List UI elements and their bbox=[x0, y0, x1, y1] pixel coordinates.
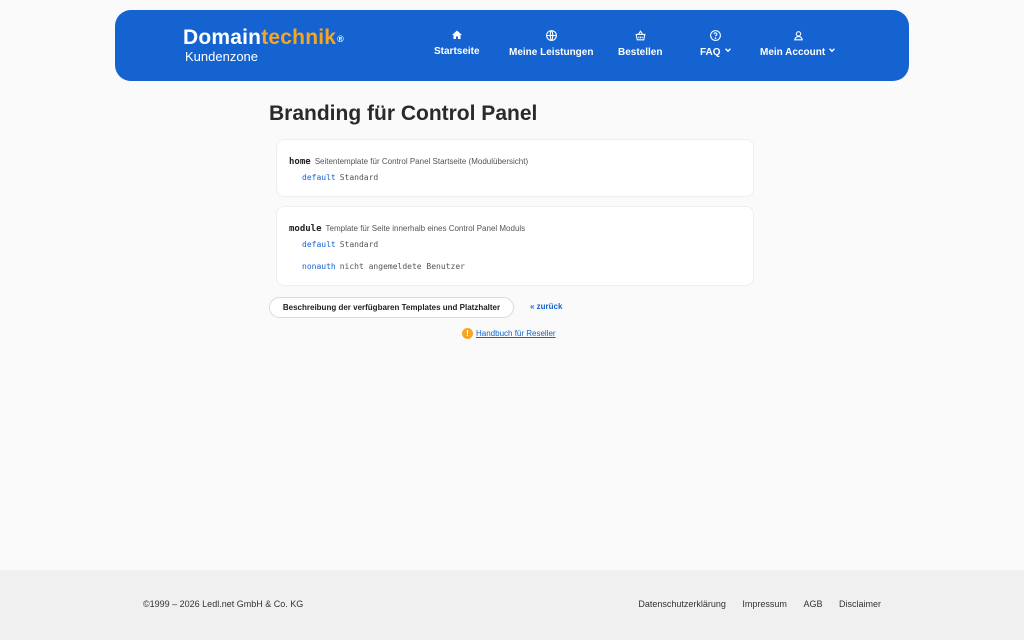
option-value: Standard bbox=[339, 240, 379, 249]
template-option: default Standard bbox=[302, 240, 378, 249]
option-key: default bbox=[302, 173, 336, 182]
footer: ©1999 – 2026 Ledl.net GmbH & Co. KG Date… bbox=[0, 570, 1024, 640]
nav-meine-leistungen[interactable]: Meine Leistungen bbox=[509, 29, 593, 58]
option-value: Standard bbox=[339, 173, 379, 182]
template-option: default Standard bbox=[302, 173, 378, 182]
template-option: nonauth nicht angemeldete Benutzer bbox=[302, 262, 465, 271]
chevron-down-icon bbox=[724, 46, 732, 57]
nav-label: Bestellen bbox=[618, 47, 663, 58]
nav-label: Mein Account bbox=[760, 47, 826, 58]
footer-link-agb[interactable]: AGB bbox=[803, 599, 822, 609]
basket-icon bbox=[635, 30, 646, 41]
nav-bestellen[interactable]: Bestellen bbox=[618, 29, 662, 58]
nav-label: Meine Leistungen bbox=[509, 47, 594, 58]
home-icon bbox=[451, 30, 462, 39]
logo-wordmark: Domaintechnik® bbox=[183, 27, 344, 49]
nav-label: FAQ bbox=[700, 47, 721, 58]
footer-link-datenschutz[interactable]: Datenschutzerklärung bbox=[638, 599, 726, 609]
logo[interactable]: Domaintechnik® Kundenzone bbox=[183, 27, 344, 64]
logo-subtitle: Kundenzone bbox=[185, 49, 259, 64]
template-key: home bbox=[289, 157, 311, 167]
logo-registered-mark: ® bbox=[337, 34, 344, 44]
option-key: nonauth bbox=[302, 262, 336, 271]
chevron-down-icon bbox=[828, 46, 836, 57]
logo-part-technik: technik bbox=[261, 26, 337, 49]
template-description-button[interactable]: Beschreibung der verfügbaren Templates u… bbox=[269, 297, 514, 318]
question-circle-icon bbox=[710, 30, 722, 41]
nav-mein-account[interactable]: Mein Account bbox=[760, 29, 836, 58]
logo-part-domain: Domain bbox=[183, 26, 262, 49]
card-header: module Template für Seite innerhalb eines… bbox=[289, 218, 525, 236]
globe-icon bbox=[545, 30, 557, 41]
back-link[interactable]: « zurück bbox=[530, 302, 562, 311]
template-description: Seitentemplate für Control Panel Startse… bbox=[314, 157, 529, 166]
nav-faq[interactable]: FAQ bbox=[700, 29, 732, 58]
nav-label: Startseite bbox=[434, 46, 480, 57]
user-icon bbox=[793, 31, 803, 41]
info-icon: ! bbox=[462, 328, 473, 339]
template-description: Template für Seite innerhalb eines Contr… bbox=[325, 224, 526, 233]
option-key: default bbox=[302, 240, 336, 249]
card-header: home Seitentemplate für Control Panel Sta… bbox=[289, 151, 528, 169]
template-key: module bbox=[289, 224, 322, 234]
footer-links: Datenschutzerklärung Impressum AGB Discl… bbox=[624, 599, 881, 609]
footer-link-impressum[interactable]: Impressum bbox=[742, 599, 787, 609]
template-card-home: home Seitentemplate für Control Panel Sta… bbox=[276, 139, 754, 197]
option-value: nicht angemeldete Benutzer bbox=[339, 262, 465, 271]
copyright: ©1999 – 2026 Ledl.net GmbH & Co. KG bbox=[143, 599, 304, 609]
footer-link-disclaimer[interactable]: Disclaimer bbox=[839, 599, 881, 609]
template-card-module: module Template für Seite innerhalb eines… bbox=[276, 206, 754, 286]
page-title: Branding für Control Panel bbox=[269, 102, 538, 125]
reseller-manual: ! Handbuch für Reseller bbox=[462, 328, 556, 339]
reseller-manual-link[interactable]: Handbuch für Reseller bbox=[476, 329, 556, 338]
nav-startseite[interactable]: Startseite bbox=[434, 29, 480, 57]
top-navigation-bar: Domaintechnik® Kundenzone Startseite Mei… bbox=[115, 10, 909, 81]
